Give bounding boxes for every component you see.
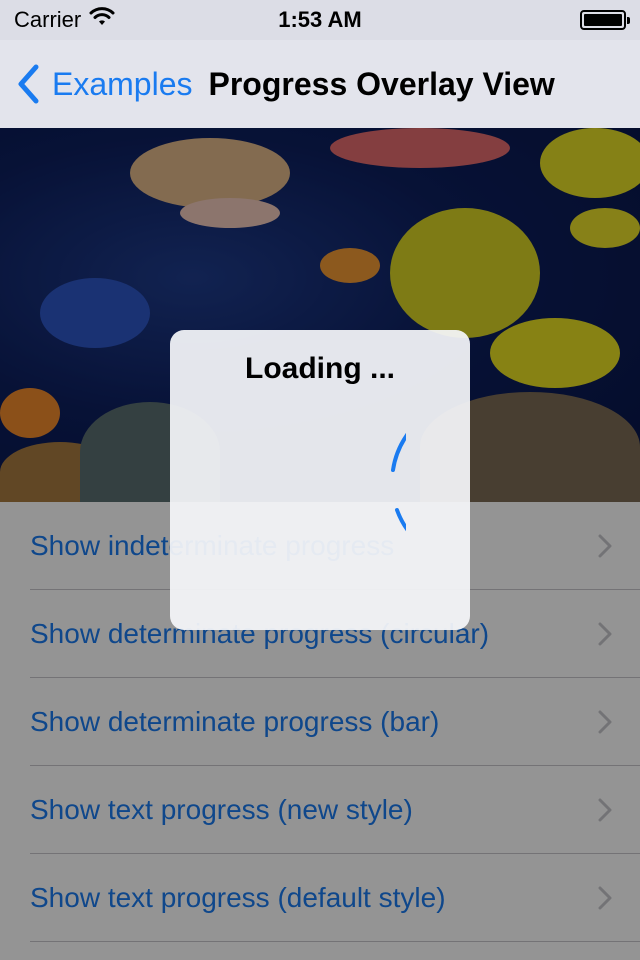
back-button[interactable]: Examples — [0, 40, 193, 128]
back-button-label: Examples — [52, 65, 193, 102]
carrier-label: Carrier — [14, 7, 82, 32]
wifi-icon — [89, 7, 115, 33]
page-title: Progress Overlay View — [208, 65, 555, 102]
status-left: Carrier — [14, 7, 115, 33]
chevron-left-icon — [18, 64, 39, 104]
navigation-bar: Examples Progress Overlay View — [0, 40, 640, 128]
battery-icon — [580, 10, 630, 30]
activity-spinner-icon — [391, 433, 406, 532]
progress-overlay: Loading ... — [170, 330, 470, 630]
status-bar: Carrier 1:53 AM — [0, 0, 640, 40]
progress-title: Loading ... — [245, 352, 395, 385]
